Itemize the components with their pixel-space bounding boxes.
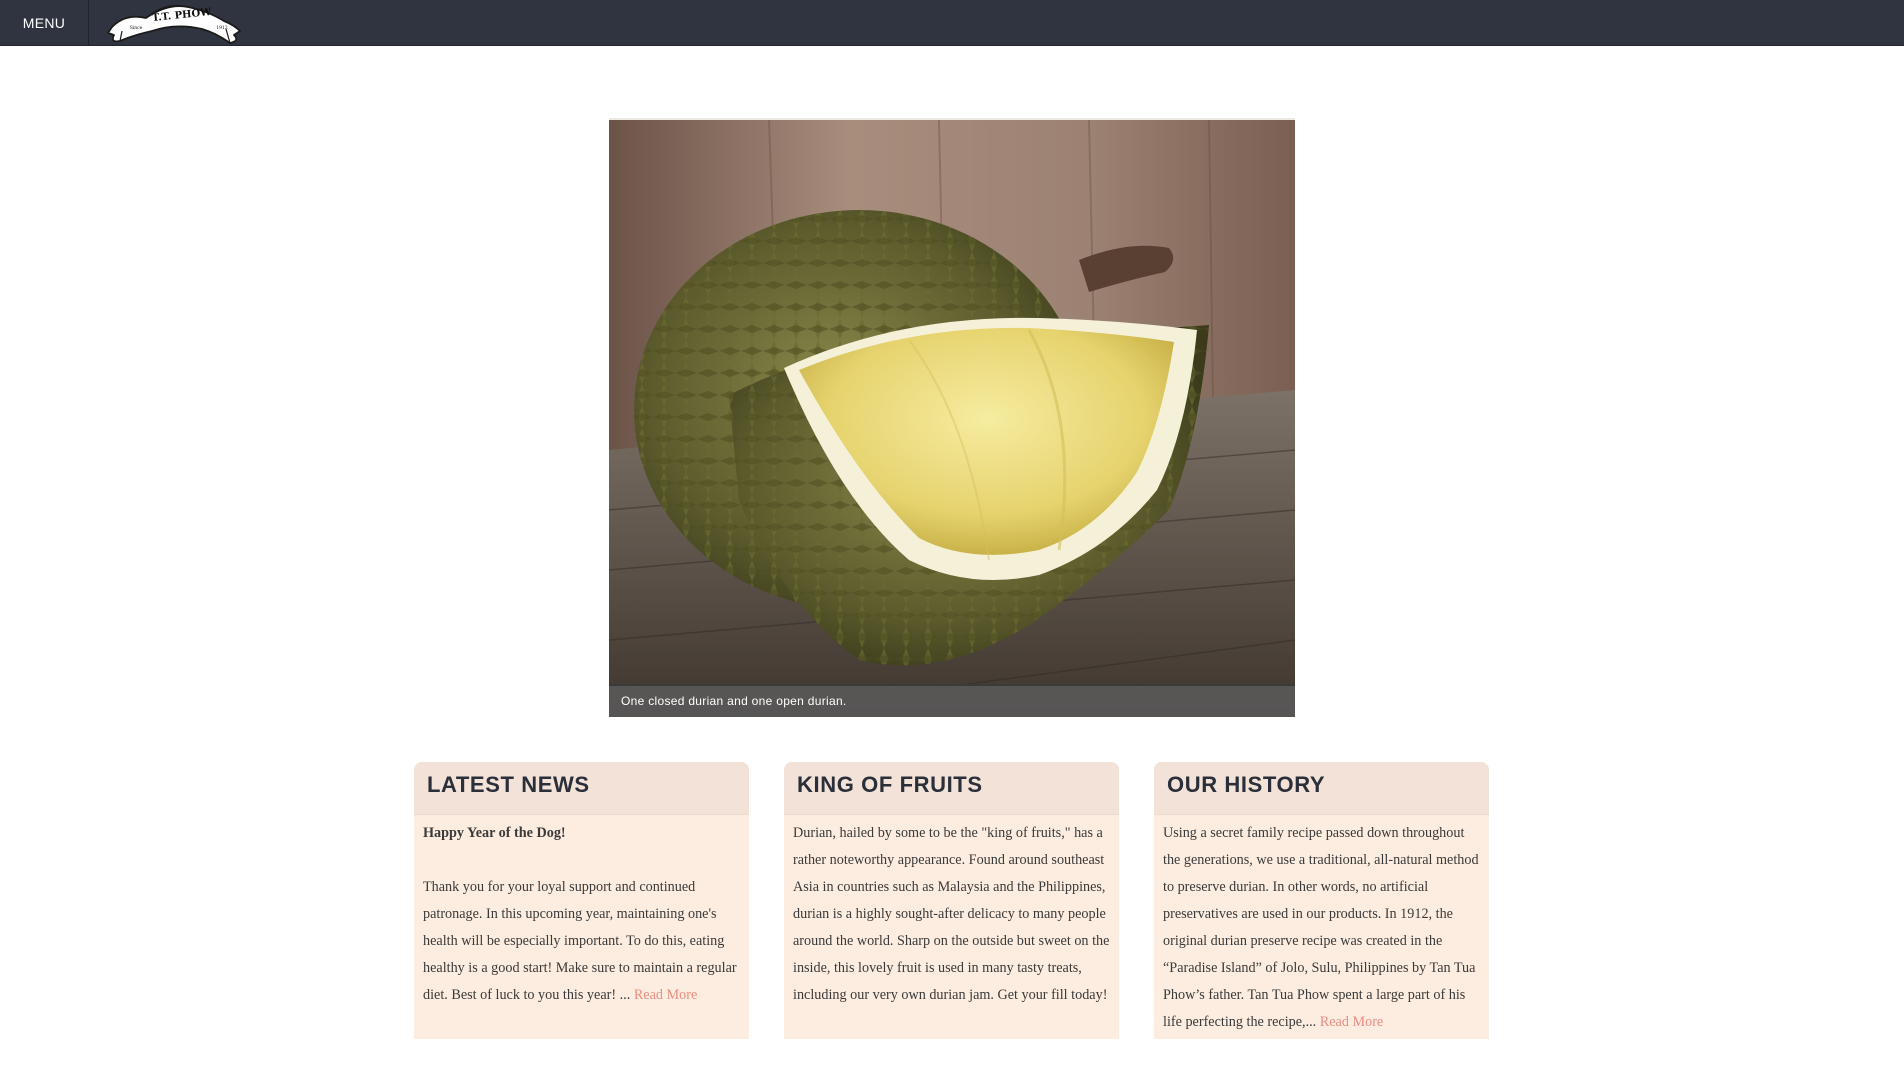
history-read-more-link[interactable]: Read More: [1320, 1014, 1383, 1030]
our-history-title: OUR HISTORY: [1167, 772, 1326, 797]
durian-photo: [609, 120, 1295, 717]
fruits-text: Durian, hailed by some to be the "king o…: [793, 825, 1110, 1003]
ribbon-banner-logo-icon: T.T. PHOW Since 1912: [107, 4, 241, 44]
king-of-fruits-header: KING OF FRUITS: [784, 762, 1119, 815]
history-text: Using a secret family recipe passed down…: [1163, 825, 1479, 1030]
logo-since-left: Since: [130, 25, 143, 31]
our-history-header: OUR HISTORY: [1154, 762, 1489, 815]
news-text-paragraph: Thank you for your loyal support and con…: [423, 874, 743, 1009]
our-history-card: OUR HISTORY Using a secret family recipe…: [1154, 762, 1489, 1039]
hero-image-frame: One closed durian and one open durian.: [609, 118, 1295, 717]
latest-news-header: LATEST NEWS: [414, 762, 749, 815]
latest-news-body: Happy Year of the Dog! Thank you for you…: [414, 815, 749, 1009]
latest-news-card: LATEST NEWS Happy Year of the Dog! Thank…: [414, 762, 749, 1039]
news-headline: Happy Year of the Dog!: [423, 825, 566, 841]
king-of-fruits-body: Durian, hailed by some to be the "king o…: [784, 815, 1119, 1009]
news-read-more-link[interactable]: Read More: [634, 987, 697, 1003]
logo-since-right: 1912: [216, 25, 228, 31]
hero-caption: One closed durian and one open durian.: [609, 684, 1295, 717]
our-history-body: Using a secret family recipe passed down…: [1154, 815, 1489, 1036]
king-of-fruits-card: KING OF FRUITS Durian, hailed by some to…: [784, 762, 1119, 1039]
menu-label: MENU: [22, 15, 66, 31]
site-logo[interactable]: T.T. PHOW Since 1912: [106, 1, 244, 45]
top-navigation-bar: MENU T.T. PHOW Since 1912: [0, 0, 1904, 46]
menu-button[interactable]: MENU: [0, 0, 89, 46]
news-text: Thank you for your loyal support and con…: [423, 879, 737, 1003]
latest-news-title: LATEST NEWS: [427, 772, 590, 797]
history-text-paragraph: Using a secret family recipe passed down…: [1163, 820, 1483, 1036]
king-of-fruits-title: KING OF FRUITS: [797, 772, 983, 797]
